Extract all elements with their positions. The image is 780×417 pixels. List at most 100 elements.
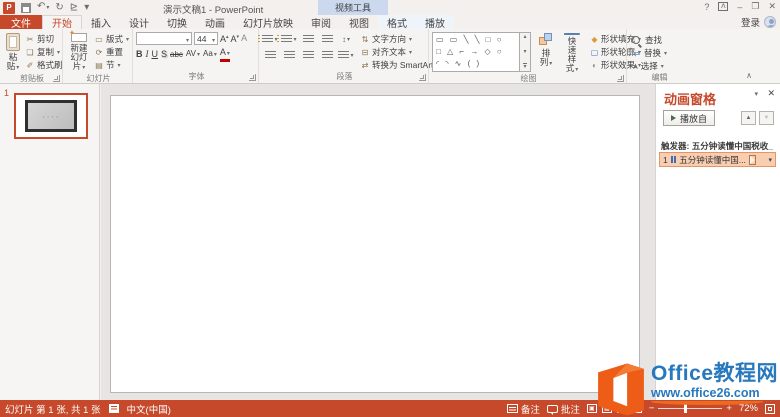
- reset-button[interactable]: ⟳重置: [92, 46, 131, 58]
- numbering-button[interactable]: [281, 33, 297, 45]
- align-right-button[interactable]: [300, 49, 316, 61]
- drawing-group-label: 绘图: [521, 74, 537, 83]
- columns-button[interactable]: [338, 49, 354, 61]
- tab-transitions[interactable]: 切换: [158, 15, 196, 29]
- save-icon[interactable]: [21, 3, 31, 13]
- tab-insert[interactable]: 插入: [82, 15, 120, 29]
- drawing-dialog-launcher[interactable]: [617, 75, 624, 82]
- close-button[interactable]: ✕: [768, 1, 776, 12]
- copy-icon: ❏: [25, 48, 35, 57]
- proofing-icon[interactable]: [109, 404, 119, 413]
- shrink-font-button[interactable]: A: [231, 32, 240, 45]
- shapes-scroll-up[interactable]: ▴: [523, 34, 526, 40]
- animation-item[interactable]: 1 五分钟读懂中国... ▾: [659, 152, 776, 167]
- font-name-combo[interactable]: [136, 32, 192, 45]
- tab-home[interactable]: 开始: [42, 15, 82, 29]
- redo-icon[interactable]: ↻: [55, 2, 63, 13]
- animation-item-dropdown-icon[interactable]: ▾: [768, 156, 772, 164]
- ribbon-display-options-icon[interactable]: ˄: [718, 2, 728, 11]
- section-button[interactable]: ▤节: [92, 59, 131, 71]
- play-from-button[interactable]: 播放自: [663, 110, 715, 126]
- justify-button[interactable]: [319, 49, 335, 61]
- grow-font-button[interactable]: A: [220, 32, 229, 45]
- help-button[interactable]: ?: [704, 2, 709, 12]
- tab-video-playback[interactable]: 播放: [416, 15, 454, 29]
- decrease-indent-button[interactable]: [300, 33, 316, 45]
- arrange-button[interactable]: 排列: [536, 31, 556, 73]
- tab-file[interactable]: 文件: [0, 15, 42, 29]
- new-slide-button[interactable]: 新建 幻灯片: [66, 31, 92, 73]
- increase-indent-icon: [322, 35, 333, 44]
- align-text-label: 对齐文本: [372, 46, 406, 58]
- trigger-label: 触发器: 五分钟读懂中国税收_: [661, 140, 773, 152]
- numbering-icon: [281, 35, 292, 44]
- undo-icon[interactable]: ↶: [37, 1, 49, 14]
- slide-thumbnail[interactable]: ▪ ▪ ▪ ▪: [14, 93, 88, 139]
- align-center-icon: [284, 51, 295, 60]
- shapes-more-button[interactable]: ▾: [523, 63, 526, 70]
- select-icon: ➤: [631, 63, 640, 70]
- font-dialog-launcher[interactable]: [249, 74, 256, 81]
- animation-pane-close-icon[interactable]: ✕: [767, 88, 775, 99]
- cut-label: 剪切: [37, 33, 54, 45]
- ribbon: 粘贴 ✂剪切 ❏复制 ✐格式刷 剪贴板 新建 幻灯片 ▭版式 ⟳重置: [0, 29, 780, 84]
- notes-label: 备注: [521, 402, 540, 416]
- increase-indent-button[interactable]: [319, 33, 335, 45]
- start-slideshow-icon[interactable]: ⊵: [70, 2, 78, 13]
- font-color-button[interactable]: A: [220, 48, 230, 62]
- line-spacing-button[interactable]: ↕: [338, 33, 354, 45]
- minimize-button[interactable]: –: [737, 2, 742, 12]
- comments-button[interactable]: 批注: [547, 402, 580, 416]
- underline-button[interactable]: U: [152, 49, 159, 60]
- clipboard-dialog-launcher[interactable]: [53, 75, 60, 82]
- arrange-icon: [539, 33, 553, 47]
- align-left-icon: [265, 51, 276, 60]
- change-case-button[interactable]: Aa: [203, 48, 217, 61]
- format-painter-button[interactable]: ✐格式刷: [23, 59, 65, 71]
- align-left-button[interactable]: [262, 49, 278, 61]
- smartart-icon: ⇄: [360, 61, 370, 70]
- quick-styles-button[interactable]: 快速样式: [561, 31, 583, 73]
- layout-button[interactable]: ▭版式: [92, 33, 131, 45]
- shape-gallery[interactable]: ▭ ▭ ╲ ╲ □ ○ □ △ ⌐ → ◇ ○ ◜ ◝ ∿ ( ): [432, 32, 520, 72]
- bullets-button[interactable]: [262, 33, 278, 45]
- character-spacing-button[interactable]: AV: [186, 48, 200, 61]
- tab-video-format[interactable]: 格式: [378, 15, 416, 29]
- find-button[interactable]: 查找: [630, 34, 669, 46]
- sign-in[interactable]: 登录: [741, 15, 776, 29]
- tab-review[interactable]: 审阅: [302, 15, 340, 29]
- notes-button[interactable]: 备注: [507, 402, 540, 416]
- columns-icon: [338, 51, 349, 60]
- find-label: 查找: [645, 34, 662, 46]
- customize-qat-icon[interactable]: ▾: [84, 2, 89, 13]
- paste-button[interactable]: 粘贴: [3, 31, 23, 73]
- find-icon: [632, 36, 640, 44]
- bold-button[interactable]: B: [136, 49, 143, 60]
- tab-animations[interactable]: 动画: [196, 15, 234, 29]
- clear-formatting-button[interactable]: A: [241, 33, 247, 44]
- powerpoint-app-icon[interactable]: P: [3, 2, 15, 14]
- align-center-button[interactable]: [281, 49, 297, 61]
- tab-design[interactable]: 设计: [120, 15, 158, 29]
- move-earlier-button[interactable]: ▲: [741, 111, 756, 125]
- ribbon-tab-bar: 文件 开始 插入 设计 切换 动画 幻灯片放映 审阅 视图 格式 播放 登录: [0, 15, 780, 29]
- copy-button[interactable]: ❏复制: [23, 46, 65, 58]
- tab-view[interactable]: 视图: [340, 15, 378, 29]
- paragraph-dialog-launcher[interactable]: [419, 74, 426, 81]
- shapes-scroll-down[interactable]: ▾: [523, 49, 526, 55]
- replace-button[interactable]: ⇄替换: [630, 47, 669, 59]
- italic-button[interactable]: I: [146, 49, 149, 60]
- restore-button[interactable]: ❐: [751, 1, 759, 12]
- copy-label: 复制: [37, 46, 54, 58]
- move-later-button[interactable]: ▼: [759, 111, 774, 125]
- select-button[interactable]: ➤选择: [630, 60, 669, 72]
- font-size-combo[interactable]: 44: [194, 32, 218, 45]
- cut-button[interactable]: ✂剪切: [23, 33, 65, 45]
- tab-slideshow[interactable]: 幻灯片放映: [234, 15, 302, 29]
- animation-pane-menu-icon[interactable]: ▾: [754, 90, 758, 98]
- slide-canvas[interactable]: [110, 95, 640, 393]
- text-shadow-button[interactable]: S: [161, 49, 167, 60]
- language-indicator[interactable]: 中文(中国): [127, 402, 171, 416]
- collapse-ribbon-button[interactable]: ∧: [746, 71, 752, 80]
- strikethrough-button[interactable]: abc: [170, 49, 183, 60]
